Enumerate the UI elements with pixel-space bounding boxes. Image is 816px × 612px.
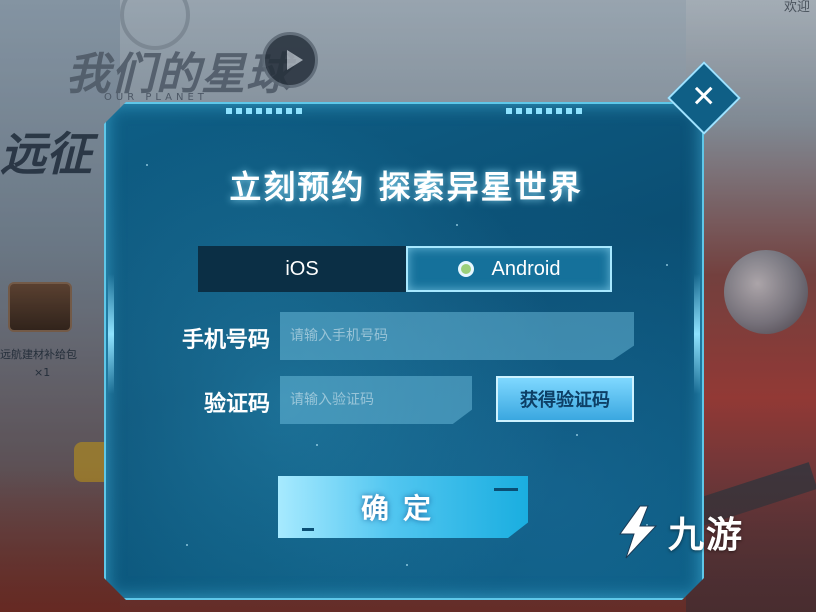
get-code-button[interactable]: 获得验证码: [496, 376, 634, 422]
phone-label: 手机号码: [181, 328, 270, 353]
star: [666, 264, 668, 266]
star: [186, 544, 188, 546]
watermark-text: 九游: [668, 515, 745, 556]
confirm-button[interactable]: 确定: [278, 476, 528, 538]
tab-ios[interactable]: iOS: [198, 246, 406, 292]
tab-android[interactable]: Android: [406, 246, 612, 292]
star: [456, 224, 458, 226]
top-stripe-decoration: [226, 108, 306, 114]
button-corner-mark: [302, 528, 314, 531]
top-stripe-decoration: [506, 108, 586, 114]
modal-title: 立刻预约 探索异星世界: [229, 168, 583, 206]
verification-code-input[interactable]: [280, 376, 472, 424]
jiuyou-watermark: 九游: [612, 504, 744, 560]
star: [576, 434, 578, 436]
code-label: 验证码: [203, 392, 270, 417]
side-glow-decoration: [694, 274, 700, 394]
star: [316, 444, 318, 446]
jiuyou-logo-icon: [619, 505, 658, 559]
button-corner-mark: [494, 488, 518, 491]
tab-ios-label: iOS: [285, 257, 319, 280]
close-icon: ✕: [691, 79, 717, 115]
phone-input[interactable]: [280, 312, 634, 360]
tab-android-label: Android: [491, 257, 561, 280]
radio-selected-icon: [457, 261, 474, 277]
star: [406, 564, 408, 566]
side-glow-decoration: [108, 274, 114, 394]
